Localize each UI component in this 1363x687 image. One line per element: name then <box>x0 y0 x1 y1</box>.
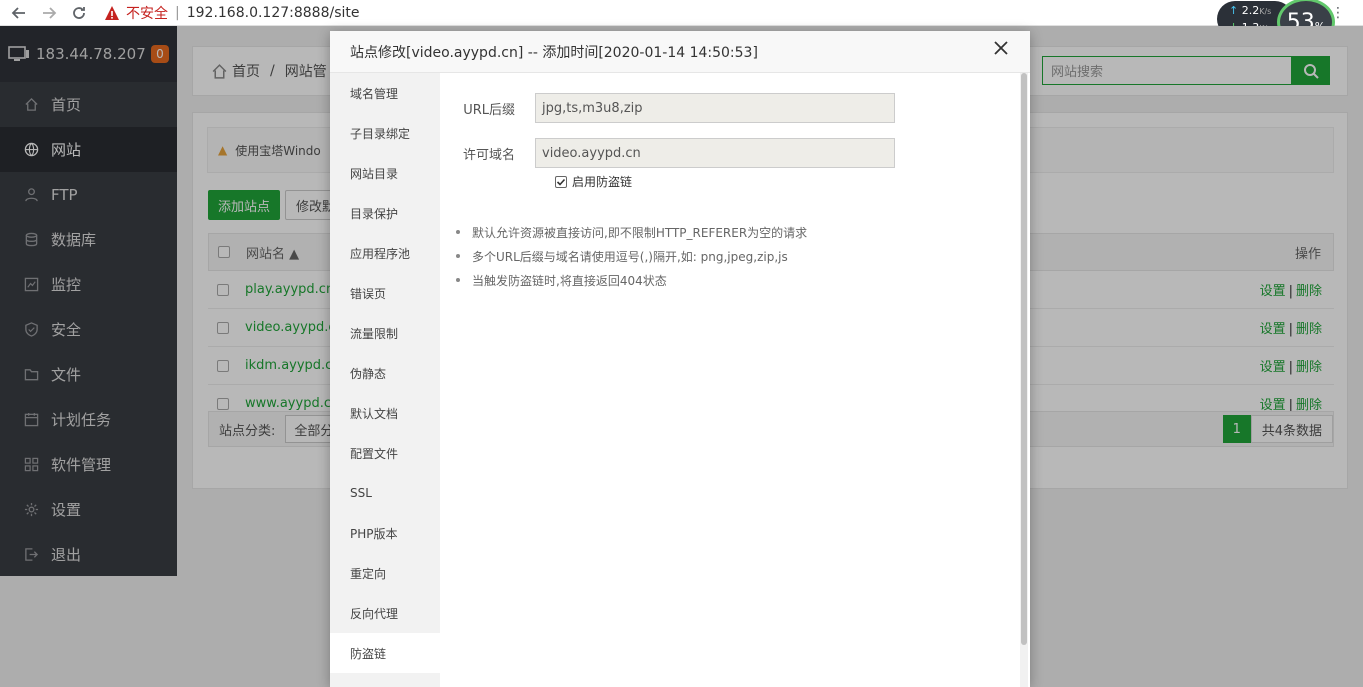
tab-ssl[interactable]: SSL <box>330 473 440 513</box>
url-suffix-row: URL后缀 jpg,ts,m3u8,zip <box>440 93 1020 123</box>
address-bar[interactable]: 不安全 | 192.168.0.127:8888/site <box>104 3 360 23</box>
enable-hotlink-label: 启用防盗链 <box>572 175 633 189</box>
checkmark-icon <box>556 178 566 186</box>
warning-triangle-icon <box>105 5 119 20</box>
close-button[interactable] <box>994 41 1014 61</box>
tab-domain[interactable]: 域名管理 <box>330 73 440 113</box>
allowed-domain-input[interactable]: video.ayypd.cn <box>535 138 895 168</box>
close-icon <box>994 41 1008 55</box>
tab-subdir-bind[interactable]: 子目录绑定 <box>330 113 440 153</box>
tab-redirect[interactable]: 重定向 <box>330 553 440 593</box>
url-text: 192.168.0.127:8888/site <box>186 4 360 21</box>
menu-kebab-icon[interactable]: ⋮ <box>1331 5 1345 21</box>
tab-hotlink[interactable]: 防盗链 <box>330 633 440 673</box>
forward-arrow-icon[interactable] <box>38 2 60 24</box>
tab-traffic-limit[interactable]: 流量限制 <box>330 313 440 353</box>
tips-list: 默认允许资源被直接访问,即不限制HTTP_REFERER为空的请求 多个URL后… <box>472 220 1020 292</box>
tab-site-dir[interactable]: 网站目录 <box>330 153 440 193</box>
dialog-tabs: 域名管理 子目录绑定 网站目录 目录保护 应用程序池 错误页 流量限制 伪静态 … <box>330 73 440 687</box>
upload-speed: 2.2 <box>1241 4 1260 17</box>
enable-hotlink-checkbox[interactable] <box>555 175 567 188</box>
hotlink-pane: URL后缀 jpg,ts,m3u8,zip 许可域名 video.ayypd.c… <box>440 73 1020 687</box>
enable-hotlink-row[interactable]: 启用防盗链 <box>555 173 1020 190</box>
tab-dir-protect[interactable]: 目录保护 <box>330 193 440 233</box>
insecure-label: 不安全 <box>126 5 168 22</box>
tab-rewrite[interactable]: 伪静态 <box>330 353 440 393</box>
tip-item: 多个URL后缀与域名请使用逗号(,)隔开,如: png,jpeg,zip,js <box>472 244 1020 268</box>
tab-php-version[interactable]: PHP版本 <box>330 513 440 553</box>
url-suffix-label: URL后缀 <box>463 102 515 118</box>
tab-config-file[interactable]: 配置文件 <box>330 433 440 473</box>
site-edit-dialog: 站点修改[video.ayypd.cn] -- 添加时间[2020-01-14 … <box>330 31 1030 687</box>
back-arrow-icon[interactable] <box>8 2 30 24</box>
dialog-title: 站点修改[video.ayypd.cn] -- 添加时间[2020-01-14 … <box>330 31 1030 73</box>
tip-item: 当触发防盗链时,将直接返回404状态 <box>472 268 1020 292</box>
scrollbar-thumb[interactable] <box>1021 73 1027 645</box>
browser-toolbar: 不安全 | 192.168.0.127:8888/site ↑ 2.2K/s ↓… <box>0 0 1363 46</box>
address-separator: | <box>175 4 180 21</box>
url-suffix-input[interactable]: jpg,ts,m3u8,zip <box>535 93 895 123</box>
tab-default-doc[interactable]: 默认文档 <box>330 393 440 433</box>
tab-app-pool[interactable]: 应用程序池 <box>330 233 440 273</box>
tip-item: 默认允许资源被直接访问,即不限制HTTP_REFERER为空的请求 <box>472 220 1020 244</box>
tab-error-page[interactable]: 错误页 <box>330 273 440 313</box>
allowed-domain-label: 许可域名 <box>462 147 515 163</box>
upload-arrow-icon: ↑ <box>1229 4 1239 17</box>
allowed-domain-row: 许可域名 video.ayypd.cn <box>440 138 1020 168</box>
dialog-scrollbar[interactable] <box>1020 73 1028 687</box>
tab-reverse-proxy[interactable]: 反向代理 <box>330 593 440 633</box>
upload-unit: K/s <box>1259 7 1272 16</box>
reload-icon[interactable] <box>68 2 90 24</box>
